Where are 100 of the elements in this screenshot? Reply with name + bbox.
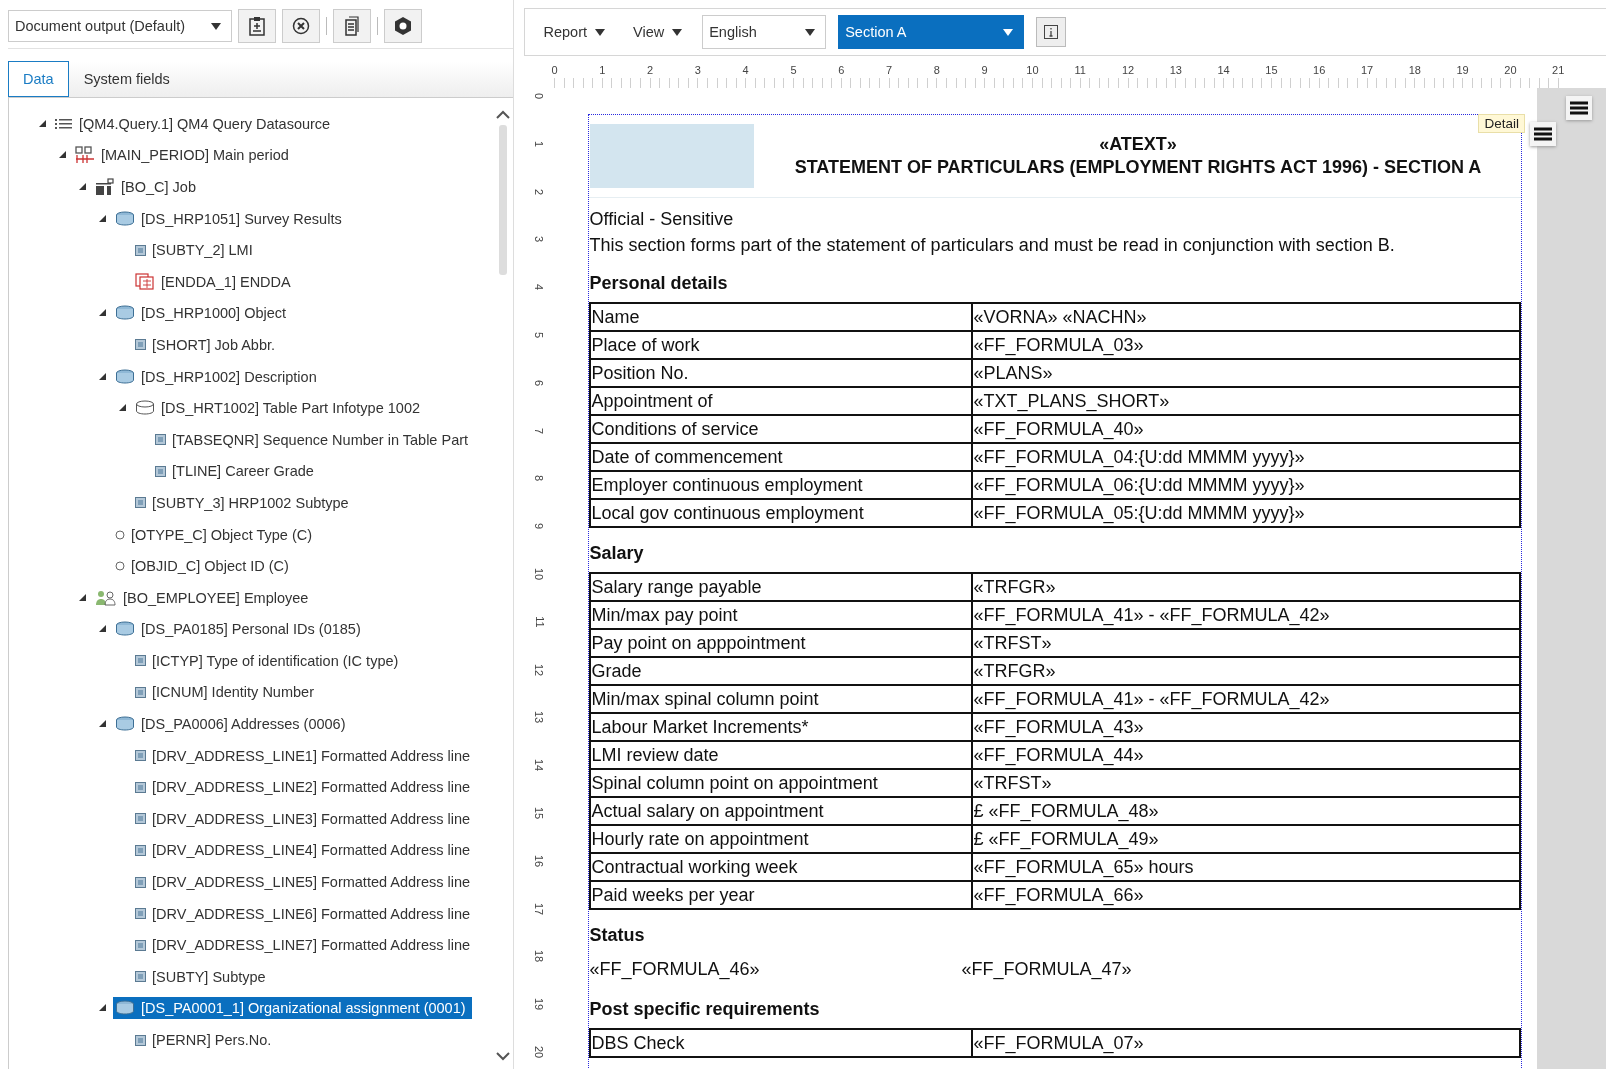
ruler-number: 20 xyxy=(1504,64,1517,76)
tree-item[interactable]: [DS_PA0006] Addresses (0006) xyxy=(113,713,352,736)
tree-item[interactable]: [SHORT] Job Abbr. xyxy=(133,333,282,356)
document-title: «ATEXT» xyxy=(1099,133,1177,156)
collapse-toggle-icon[interactable] xyxy=(79,593,87,602)
table-cell: Labour Market Increments* xyxy=(590,713,973,741)
tree-item[interactable]: [BO_C] Job xyxy=(93,175,202,199)
collapse-toggle-icon[interactable] xyxy=(39,119,47,128)
tree-item[interactable]: [QM4.Query.1] QM4 Query Datasource xyxy=(53,112,337,135)
tree-item[interactable]: [DRV_ADDRESS_LINE1] Formatted Address line xyxy=(133,744,477,767)
table-cell: Local gov continuous employment xyxy=(590,499,973,527)
circle-icon xyxy=(115,561,125,572)
tree-item[interactable]: [DRV_ADDRESS_LINE4] Formatted Address line xyxy=(133,839,477,862)
menu-button[interactable]: View xyxy=(625,20,691,44)
ruler-number: 1 xyxy=(533,140,546,147)
tree-item[interactable]: [OBJID_C] Object ID (C) xyxy=(113,555,295,578)
ruler-number: 2 xyxy=(647,64,654,76)
table-cell: «FF_FORMULA_41» - «FF_FORMULA_42» xyxy=(972,601,1521,629)
ruler-number: 11 xyxy=(533,616,546,628)
collapse-toggle-icon[interactable] xyxy=(99,720,107,729)
ruler-number: 7 xyxy=(886,64,893,76)
collapse-toggle-icon[interactable] xyxy=(99,1004,107,1013)
ruler-number: 16 xyxy=(1313,64,1326,76)
table-cell: DBS Check xyxy=(590,1029,973,1057)
language-select[interactable]: English xyxy=(702,15,827,49)
tab[interactable]: System fields xyxy=(68,61,185,97)
document-text: «FF_FORMULA_46» xyxy=(589,958,761,980)
menu-icon xyxy=(1534,127,1553,141)
scroll-down-icon[interactable] xyxy=(496,1052,511,1061)
table-cell: Min/max spinal column point xyxy=(590,685,973,713)
ruler-number: 2 xyxy=(533,188,546,195)
table-cell: «FF_FORMULA_07» xyxy=(972,1029,1521,1057)
tree-item[interactable]: [DRV_ADDRESS_LINE6] Formatted Address line xyxy=(133,902,477,925)
ruler-number: 13 xyxy=(1169,64,1182,76)
menu-button[interactable] xyxy=(1530,122,1557,146)
tree-item[interactable]: [TLINE] Career Grade xyxy=(153,460,320,483)
database-icon xyxy=(115,368,135,385)
tree-item[interactable]: [ENDDA_1] ENDDA xyxy=(133,270,297,294)
document-button[interactable] xyxy=(333,9,371,43)
square-icon xyxy=(135,750,146,762)
settings-button[interactable] xyxy=(384,9,422,43)
collapse-toggle-icon[interactable] xyxy=(99,625,107,634)
tree-item[interactable]: [DS_PA0185] Personal IDs (0185) xyxy=(113,618,367,641)
table-cell: «TRFST» xyxy=(972,629,1521,657)
collapse-toggle-icon[interactable] xyxy=(79,183,87,191)
tree-item[interactable]: [SUBTY] Subtype xyxy=(133,965,272,988)
tree-item[interactable]: [DS_HRP1000] Object xyxy=(113,302,293,325)
ruler-number: 3 xyxy=(533,236,546,243)
menu-button[interactable]: Report xyxy=(535,20,613,44)
output-select[interactable]: Document output (Default) xyxy=(8,10,232,42)
tree-item[interactable]: [ICNUM] Identity Number xyxy=(133,681,320,704)
tree-item[interactable]: [OTYPE_C] Object Type (C) xyxy=(113,523,319,546)
section-select[interactable]: Section A xyxy=(838,15,1025,49)
scrollbar-thumb[interactable] xyxy=(499,125,508,275)
square-icon xyxy=(135,813,146,825)
collapse-toggle-icon[interactable] xyxy=(99,372,107,381)
tree-item[interactable]: [DRV_ADDRESS_LINE7] Formatted Address line xyxy=(133,934,477,957)
tree-item[interactable]: [DS_HRT1002] Table Part Infotype 1002 xyxy=(133,397,427,420)
tree-item[interactable]: [DS_PA0001_1] Organizational assignment (0001) xyxy=(113,997,472,1020)
tree-item[interactable]: [PERNR] Pers.No. xyxy=(133,1029,278,1051)
tree-item[interactable]: [BO_EMPLOYEE] Employee xyxy=(93,586,315,609)
ruler-number: 8 xyxy=(933,64,940,76)
ruler-number: 5 xyxy=(533,331,546,339)
document-text: «FF_FORMULA_47» xyxy=(961,958,1132,980)
clipboard-button[interactable] xyxy=(238,9,276,43)
ruler-number: 1 xyxy=(599,64,606,76)
ruler-number: 3 xyxy=(694,64,701,76)
collapse-toggle-icon[interactable] xyxy=(99,309,107,318)
cancel-button[interactable] xyxy=(282,9,320,43)
table-cell: «VORNA» «NACHN» xyxy=(972,303,1521,331)
document-title: STATEMENT OF PARTICULARS (EMPLOYMENT RIGHTS ACT 1996) - SECTION A xyxy=(794,156,1482,179)
collapse-toggle-icon[interactable] xyxy=(99,214,107,223)
info-button[interactable] xyxy=(1036,17,1067,47)
collapse-toggle-icon[interactable] xyxy=(119,404,127,413)
ruler-number: 14 xyxy=(1217,64,1230,76)
tree-item[interactable]: [DRV_ADDRESS_LINE3] Formatted Address line xyxy=(133,807,477,830)
tree-item[interactable]: [SUBTY_3] HRP1002 Subtype xyxy=(133,491,355,514)
caret-icon xyxy=(1003,28,1014,36)
tab[interactable]: Data xyxy=(8,61,69,97)
ruler-number: 4 xyxy=(533,284,546,291)
table-cell: «FF_FORMULA_04:{U:dd MMMM yyyy}» xyxy=(972,443,1521,471)
document-text: Official - Sensitive xyxy=(589,208,735,231)
tree-item[interactable]: [DS_HRP1002] Description xyxy=(113,365,323,388)
tree-item[interactable]: [ICTYP] Type of identification (IC type) xyxy=(133,649,405,672)
tree-item[interactable]: [TABSEQNR] Sequence Number in Table Part xyxy=(153,428,475,451)
table-cell: «FF_FORMULA_44» xyxy=(972,741,1521,769)
ruler-number: 5 xyxy=(790,64,797,76)
tree-item[interactable]: [DS_HRP1051] Survey Results xyxy=(113,207,348,230)
table-cell: Date of commencement xyxy=(590,443,973,471)
tree-item[interactable]: [SUBTY_2] LMI xyxy=(133,239,259,262)
tree-item[interactable]: [MAIN_PERIOD] Main period xyxy=(73,143,295,168)
menu-button[interactable] xyxy=(1566,96,1593,120)
collapse-toggle-icon[interactable] xyxy=(59,151,67,160)
ruler-number: 9 xyxy=(981,64,988,76)
scroll-up-icon[interactable] xyxy=(496,110,511,119)
tree-item[interactable]: [DRV_ADDRESS_LINE5] Formatted Address line xyxy=(133,871,477,894)
tree-item[interactable]: [DRV_ADDRESS_LINE2] Formatted Address line xyxy=(133,776,477,799)
ruler-number: 18 xyxy=(1408,64,1421,76)
ruler-number: 18 xyxy=(533,950,546,963)
table-cell: £ «FF_FORMULA_48» xyxy=(972,797,1521,825)
